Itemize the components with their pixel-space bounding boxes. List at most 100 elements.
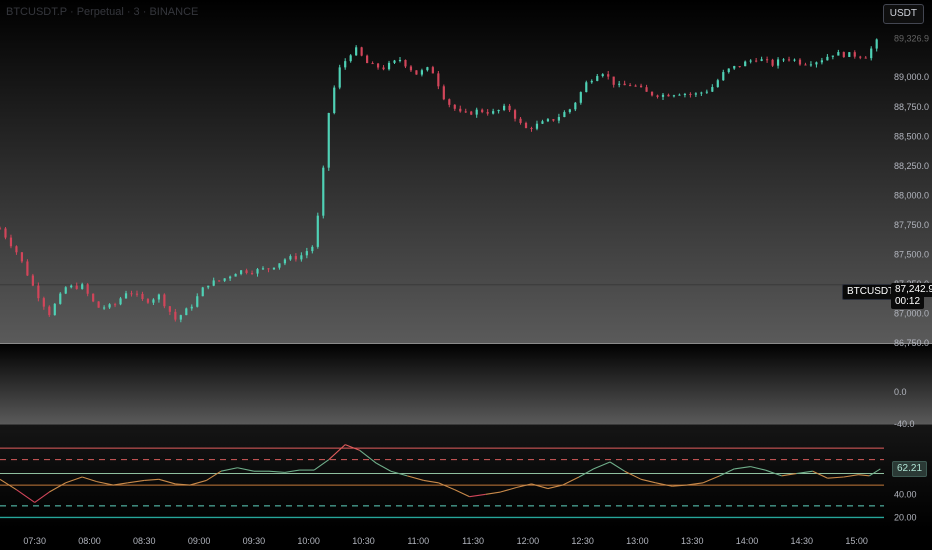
candle-body bbox=[141, 293, 144, 300]
price-tick-label: 86,750.0 bbox=[894, 338, 929, 348]
time-tick-label: 10:00 bbox=[297, 536, 320, 546]
time-tick-label: 08:30 bbox=[133, 536, 156, 546]
candle-body bbox=[470, 111, 473, 115]
candle-body bbox=[552, 119, 555, 121]
candle-body bbox=[705, 91, 708, 93]
candle-body bbox=[519, 118, 522, 123]
candle-body bbox=[776, 59, 780, 66]
candle-body bbox=[185, 308, 188, 316]
candle-body bbox=[727, 68, 730, 73]
candle-body bbox=[86, 284, 89, 294]
candle-body bbox=[853, 52, 856, 57]
price-tick-label: 88,500.0 bbox=[894, 131, 929, 141]
candle-body bbox=[311, 246, 314, 252]
candle-body bbox=[179, 315, 182, 320]
candle-body bbox=[661, 94, 665, 97]
time-tick-label: 11:00 bbox=[407, 536, 429, 546]
candle-body bbox=[535, 123, 539, 129]
candle-body bbox=[481, 109, 484, 113]
candle-body bbox=[579, 92, 582, 103]
candle-body bbox=[453, 104, 456, 109]
chart-svg[interactable]: 86,750.087,000.087,250.087,500.087,750.0… bbox=[0, 0, 932, 550]
candle-body bbox=[629, 85, 632, 87]
candle-body bbox=[541, 121, 544, 124]
time-axis: 07:30 08:00 08:30 09:00 09:30 10:00 10:30 11:00… bbox=[23, 536, 867, 546]
candle-body bbox=[755, 60, 758, 62]
top-price-label: 89,326.9 bbox=[894, 34, 929, 44]
candle-body bbox=[420, 70, 424, 75]
candle-body bbox=[459, 108, 462, 112]
candle-body bbox=[300, 255, 303, 260]
candle-body bbox=[749, 60, 752, 62]
candle-body bbox=[366, 55, 369, 64]
candle-body bbox=[618, 83, 621, 85]
rsi-tick-label: 40.00 bbox=[894, 489, 917, 499]
candle-body bbox=[42, 298, 45, 307]
candle-body bbox=[9, 237, 13, 247]
candle-body bbox=[650, 91, 654, 96]
candle-body bbox=[574, 102, 577, 110]
rsi-pane-bg bbox=[0, 425, 932, 529]
candle-body bbox=[870, 48, 873, 59]
candle-body bbox=[113, 304, 117, 306]
candle-body bbox=[294, 256, 297, 260]
candle-body bbox=[607, 74, 610, 77]
candle-body bbox=[798, 59, 802, 65]
candle-body bbox=[672, 95, 676, 97]
candle-body bbox=[804, 64, 807, 66]
time-tick-label: 10:30 bbox=[352, 536, 375, 546]
candle-body bbox=[694, 93, 697, 95]
candle-body bbox=[492, 111, 495, 114]
candle-body bbox=[81, 284, 84, 289]
candle-body bbox=[0, 228, 2, 230]
candle-body bbox=[26, 261, 29, 276]
candle-body bbox=[234, 273, 237, 277]
candle-body bbox=[678, 94, 681, 96]
candle-body bbox=[766, 59, 769, 61]
middle-pane-bg bbox=[0, 344, 932, 424]
time-tick-label: 14:30 bbox=[791, 536, 814, 546]
candle-body bbox=[376, 63, 380, 68]
candle-body bbox=[826, 56, 829, 61]
candle-body bbox=[837, 52, 840, 56]
candle-body bbox=[37, 285, 40, 299]
candle-body bbox=[387, 62, 391, 70]
candle-body bbox=[333, 87, 336, 113]
countdown-tag: 00:12 bbox=[891, 295, 925, 309]
candle-body bbox=[667, 94, 670, 97]
candle-body bbox=[250, 273, 254, 275]
time-tick-label: 14:00 bbox=[736, 536, 759, 546]
candle-body bbox=[464, 111, 467, 113]
candle-body bbox=[689, 93, 692, 95]
candle-body bbox=[875, 39, 878, 49]
candle-body bbox=[568, 109, 571, 113]
rsi-tick-label: 20.00 bbox=[894, 512, 917, 522]
candle-body bbox=[842, 52, 845, 57]
time-tick-label: 09:00 bbox=[188, 536, 211, 546]
rsi-value-tag: 62.21 bbox=[892, 461, 928, 477]
candle-body bbox=[442, 86, 445, 100]
candle-body bbox=[218, 280, 221, 282]
candle-body bbox=[53, 303, 56, 316]
candle-body bbox=[848, 52, 851, 57]
candle-body bbox=[152, 299, 155, 303]
candle-body bbox=[157, 294, 161, 300]
candle-body bbox=[146, 299, 150, 303]
candle-body bbox=[103, 307, 106, 309]
candle-body bbox=[289, 256, 292, 260]
currency-button[interactable]: USDT bbox=[882, 4, 924, 24]
candle-body bbox=[338, 67, 341, 88]
candle-body bbox=[563, 112, 566, 118]
time-tick-label: 12:30 bbox=[571, 536, 594, 546]
candle-body bbox=[656, 95, 659, 97]
candle-body bbox=[229, 276, 232, 279]
time-tick-label: 11:30 bbox=[462, 536, 484, 546]
candle-body bbox=[486, 112, 489, 114]
candle-body bbox=[820, 60, 824, 63]
candle-body bbox=[64, 287, 67, 294]
price-tick-label: 87,750.0 bbox=[894, 220, 929, 230]
candle-body bbox=[196, 296, 199, 307]
candle-body bbox=[596, 76, 599, 81]
candle-body bbox=[322, 167, 325, 216]
candle-body bbox=[733, 66, 736, 69]
